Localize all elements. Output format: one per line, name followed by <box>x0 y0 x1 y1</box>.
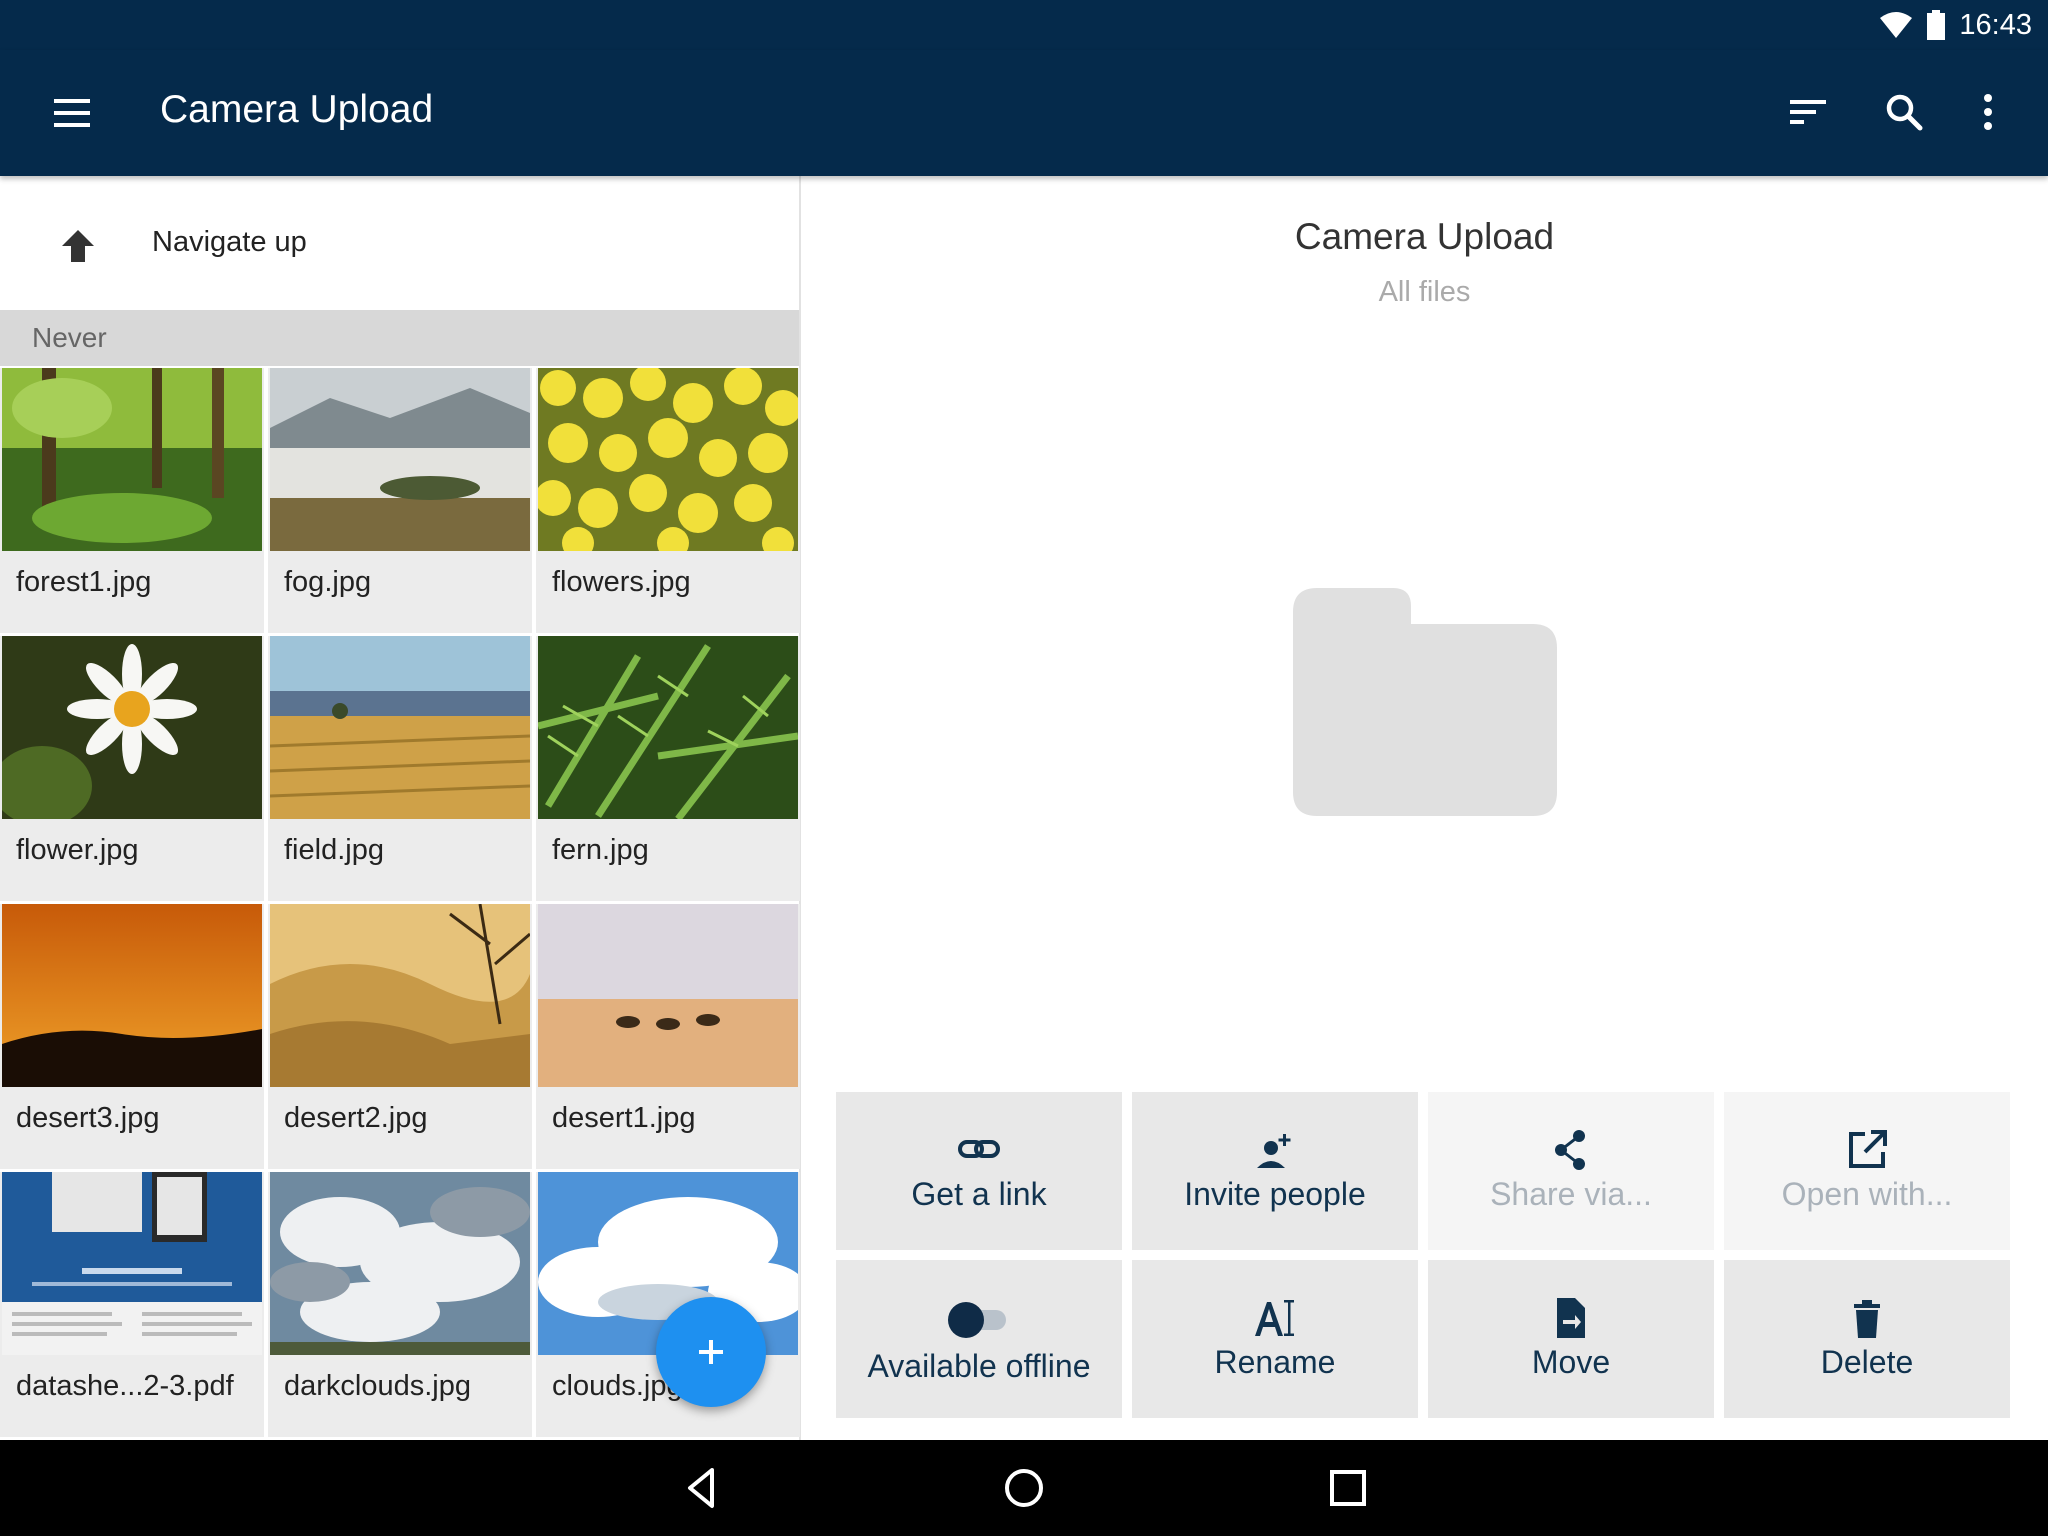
delete-button[interactable]: Delete <box>1724 1260 2010 1418</box>
file-name: datashe...2-3.pdf <box>16 1370 234 1402</box>
move-button[interactable]: Move <box>1428 1260 1714 1418</box>
available-offline-label: Available offline <box>867 1348 1091 1384</box>
file-name: fog.jpg <box>284 566 372 598</box>
file-thumbnail <box>538 904 798 1087</box>
person-add-icon <box>1257 1134 1291 1168</box>
wifi-icon <box>1880 12 1913 38</box>
file-thumbnail <box>2 1172 262 1355</box>
open-with-label: Open with... <box>1781 1176 1953 1212</box>
available-offline-toggle[interactable]: Available offline <box>836 1260 1122 1418</box>
open-with-button[interactable]: Open with... <box>1724 1092 2010 1250</box>
arrow-up-icon <box>62 230 94 262</box>
file-thumbnail <box>270 368 530 551</box>
menu-icon[interactable] <box>44 93 100 133</box>
get-link-label: Get a link <box>911 1176 1047 1212</box>
file-tile[interactable]: clouds.jpg <box>536 1172 800 1437</box>
file-tile[interactable]: fog.jpg <box>268 368 532 633</box>
file-name: desert2.jpg <box>284 1102 428 1134</box>
move-label: Move <box>1531 1344 1611 1380</box>
section-header-label: Never <box>32 322 107 353</box>
invite-people-button[interactable]: Invite people <box>1132 1092 1418 1250</box>
plus-icon <box>699 1340 723 1364</box>
file-name: forest1.jpg <box>16 566 152 598</box>
file-name: flowers.jpg <box>552 566 691 598</box>
file-thumbnail <box>2 636 262 819</box>
move-icon <box>1557 1298 1585 1338</box>
file-thumbnail <box>270 636 530 819</box>
status-icons: 16:43 <box>1879 8 2032 42</box>
file-tile[interactable]: desert2.jpg <box>268 904 532 1169</box>
home-icon[interactable] <box>1000 1464 1048 1512</box>
section-header: Never <box>0 310 799 366</box>
file-thumbnail <box>538 368 798 551</box>
back-icon[interactable] <box>678 1464 726 1512</box>
actions-grid: Get a link Invite people Share via... Op… <box>836 1092 2012 1420</box>
file-name: flower.jpg <box>16 834 139 866</box>
file-thumbnail <box>270 1172 530 1355</box>
file-thumbnail <box>538 636 798 819</box>
battery-icon <box>1927 10 1946 40</box>
details-title: Camera Upload <box>1294 216 1555 257</box>
file-tile[interactable]: field.jpg <box>268 636 532 901</box>
share-icon <box>1555 1130 1585 1170</box>
file-tile[interactable]: datashe...2-3.pdf <box>0 1172 264 1437</box>
file-tile[interactable]: desert1.jpg <box>536 904 800 1169</box>
file-tile[interactable]: desert3.jpg <box>0 904 264 1169</box>
app-title: Camera Upload <box>160 88 434 131</box>
get-link-button[interactable]: Get a link <box>836 1092 1122 1250</box>
delete-label: Delete <box>1820 1344 1914 1380</box>
file-tile[interactable]: fern.jpg <box>536 636 800 901</box>
sort-icon[interactable] <box>1780 84 1836 140</box>
navigate-up-row[interactable]: Navigate up <box>0 176 799 310</box>
rename-button[interactable]: Rename <box>1132 1260 1418 1418</box>
more-vert-icon[interactable] <box>1960 84 2016 140</box>
file-list-panel: Navigate up Never forest1.jpg fog.jpg fl… <box>0 176 801 1440</box>
file-thumbnail <box>2 904 262 1087</box>
system-nav-bar <box>0 1440 2048 1536</box>
open-external-icon <box>1849 1130 1887 1168</box>
file-name: field.jpg <box>284 834 384 866</box>
file-name: darkclouds.jpg <box>284 1370 471 1402</box>
file-tile[interactable]: darkclouds.jpg <box>268 1172 532 1437</box>
file-tile[interactable]: flowers.jpg <box>536 368 800 633</box>
file-name: fern.jpg <box>552 834 649 866</box>
invite-people-label: Invite people <box>1184 1176 1366 1212</box>
file-name: desert1.jpg <box>552 1102 696 1134</box>
file-thumbnail <box>270 904 530 1087</box>
folder-icon <box>1293 588 1557 816</box>
share-via-label: Share via... <box>1490 1176 1652 1212</box>
status-bar: 16:43 <box>0 0 2048 50</box>
app-bar: Camera Upload <box>0 50 2048 176</box>
toggle-icon <box>948 1302 1006 1338</box>
add-fab-button[interactable] <box>656 1297 766 1407</box>
status-time: 16:43 <box>1959 8 2032 41</box>
file-thumbnail <box>2 368 262 551</box>
search-icon[interactable] <box>1876 84 1932 140</box>
file-tile[interactable]: flower.jpg <box>0 636 264 901</box>
rename-icon <box>1255 1300 1294 1336</box>
navigate-up-label: Navigate up <box>152 226 307 258</box>
recents-icon[interactable] <box>1324 1464 1372 1512</box>
link-icon <box>958 1140 1000 1158</box>
rename-label: Rename <box>1214 1344 1336 1380</box>
details-subtitle: All files <box>1378 276 1471 308</box>
delete-icon <box>1854 1300 1880 1338</box>
file-tile[interactable]: forest1.jpg <box>0 368 264 633</box>
share-via-button[interactable]: Share via... <box>1428 1092 1714 1250</box>
file-name: desert3.jpg <box>16 1102 160 1134</box>
